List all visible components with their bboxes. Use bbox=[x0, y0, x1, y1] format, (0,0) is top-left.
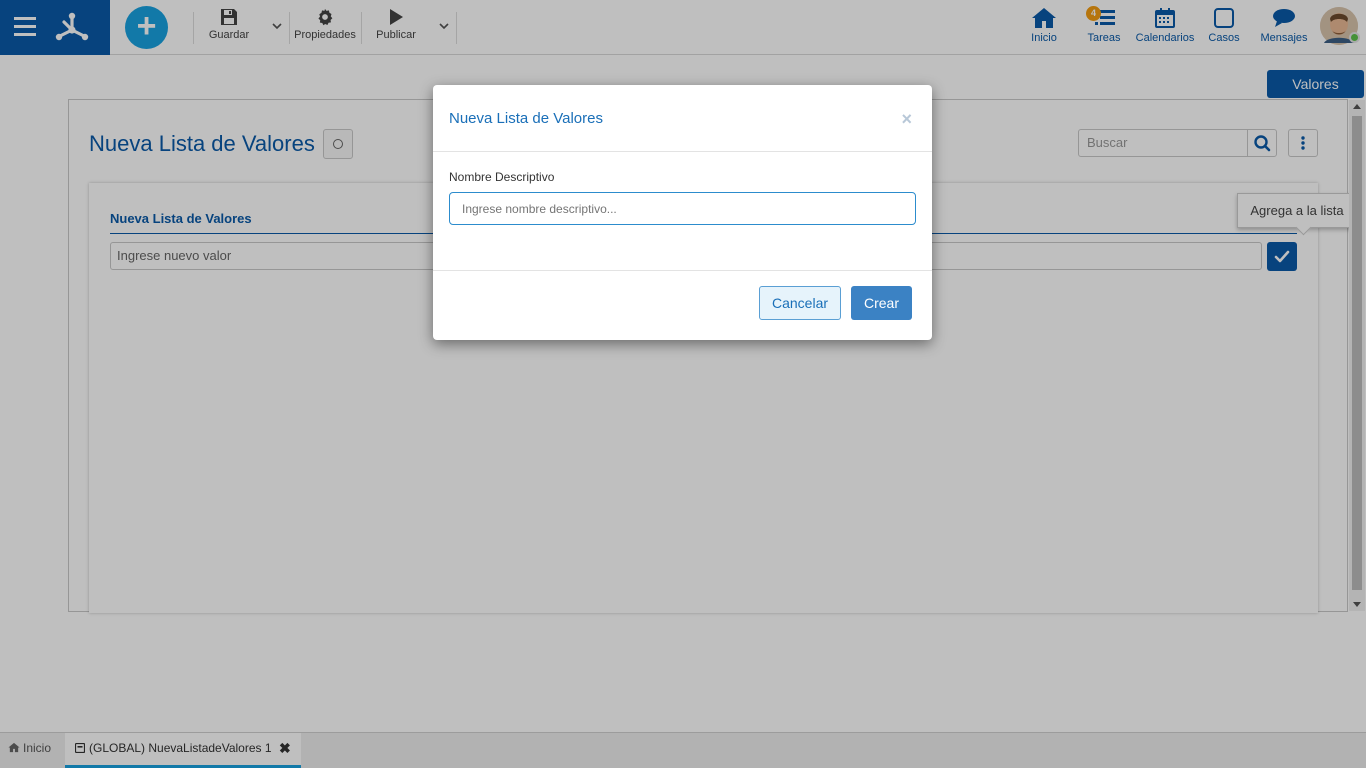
dialog-title: Nueva Lista de Valores bbox=[449, 110, 603, 127]
new-list-dialog: Nueva Lista de Valores × Nombre Descript… bbox=[433, 85, 932, 340]
create-button[interactable]: Crear bbox=[851, 286, 912, 320]
dialog-footer-divider bbox=[433, 270, 932, 271]
nombre-descriptivo-label: Nombre Descriptivo bbox=[449, 170, 555, 184]
cancel-button[interactable]: Cancelar bbox=[759, 286, 841, 320]
dialog-header: Nueva Lista de Valores × bbox=[433, 85, 932, 152]
nombre-descriptivo-input[interactable] bbox=[449, 192, 916, 225]
close-icon[interactable]: × bbox=[901, 109, 912, 130]
